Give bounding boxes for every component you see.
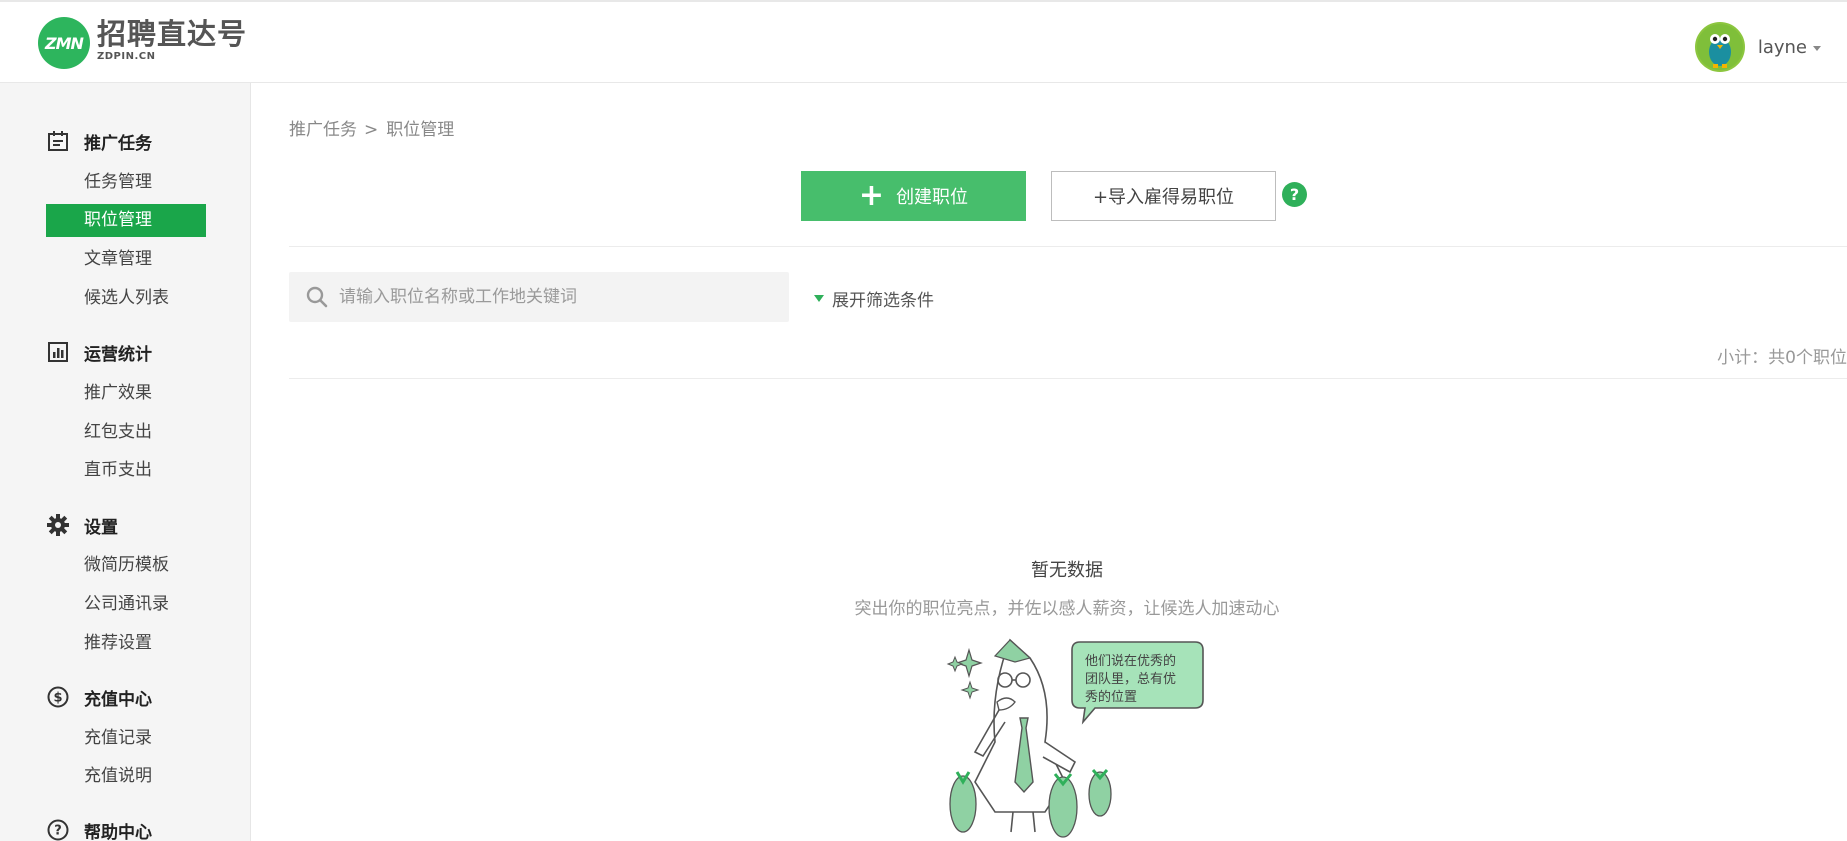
- logo-mark-text: ZMN: [45, 33, 84, 53]
- sidebar-group-title: 充值中心: [84, 689, 152, 710]
- sidebar-group-title: 帮助中心: [84, 822, 152, 841]
- sidebar-item-task-management[interactable]: 任务管理: [46, 166, 206, 199]
- import-position-button[interactable]: +导入雇得易职位: [1051, 171, 1276, 221]
- bubble-line-1: 他们说在优秀的: [1085, 653, 1176, 669]
- sidebar-item-position-management[interactable]: 职位管理: [46, 204, 206, 237]
- sidebar-item-recommend-settings[interactable]: 推荐设置: [46, 627, 206, 660]
- logo-subtitle: ZDPIN.CN: [97, 51, 156, 62]
- sidebar-group-title: 推广任务: [84, 133, 152, 154]
- chevron-down-icon[interactable]: [1813, 46, 1821, 51]
- sidebar-group-help[interactable]: ? 帮助中心: [46, 817, 152, 841]
- empty-state-description: 突出你的职位亮点，并佐以感人薪资，让候选人加速动心: [854, 599, 1280, 619]
- empty-state-title: 暂无数据: [1031, 560, 1103, 581]
- logo-mark-icon: ZMN: [38, 17, 90, 69]
- sidebar-group-statistics[interactable]: 运营统计: [46, 339, 152, 365]
- logo-title: 招聘直达号: [97, 17, 248, 51]
- sidebar-item-article-management[interactable]: 文章管理: [46, 243, 206, 276]
- breadcrumb-parent[interactable]: 推广任务: [289, 120, 357, 140]
- expand-filter-toggle[interactable]: 展开筛选条件: [814, 286, 934, 311]
- question-circle-icon: ?: [46, 818, 70, 841]
- avatar[interactable]: [1694, 22, 1745, 72]
- app-root: { "header": { "logo_title": "招聘直达号", "lo…: [0, 0, 1847, 841]
- bubble-line-3: 秀的位置: [1085, 689, 1137, 705]
- triangle-down-icon: [814, 295, 824, 302]
- sidebar-item-recharge-records[interactable]: 充值记录: [46, 722, 206, 755]
- search-input[interactable]: [339, 287, 779, 307]
- sidebar-item-candidate-list[interactable]: 候选人列表: [46, 282, 206, 315]
- search-box[interactable]: [289, 272, 789, 322]
- empty-state-illustration: 他们说在优秀的 团队里，总有优 秀的位置: [935, 632, 1210, 841]
- sidebar-group-recharge[interactable]: $ 充值中心: [46, 684, 152, 710]
- thinking-carrot-illustration: 他们说在优秀的 团队里，总有优 秀的位置: [946, 638, 1204, 838]
- help-icon[interactable]: ?: [1282, 182, 1307, 207]
- breadcrumb: 推广任务 > 职位管理: [289, 115, 454, 140]
- position-count-summary: 小计：共0个职位: [1717, 348, 1847, 368]
- user-menu[interactable]: layne: [1694, 22, 1821, 72]
- divider: [289, 378, 1847, 379]
- dollar-circle-icon: $: [46, 685, 70, 709]
- svg-text:?: ?: [54, 824, 62, 839]
- bar-chart-icon: [46, 340, 70, 364]
- top-header: ZMN 招聘直达号 ZDPIN.CN layne: [0, 0, 1847, 83]
- sidebar-group-settings[interactable]: 设置: [46, 512, 118, 538]
- sidebar-item-redpacket-expense[interactable]: 红包支出: [46, 416, 206, 449]
- search-icon: [306, 286, 328, 308]
- gear-icon: [46, 513, 70, 537]
- bubble-line-2: 团队里，总有优: [1085, 672, 1176, 687]
- sidebar-group-title: 运营统计: [84, 344, 152, 365]
- breadcrumb-separator: >: [364, 120, 379, 140]
- sidebar-group-promotion[interactable]: 推广任务: [46, 128, 152, 154]
- expand-filter-label: 展开筛选条件: [832, 291, 934, 311]
- sidebar: 推广任务 任务管理 职位管理 文章管理 候选人列表 运营统计 推广效果 红包支出…: [0, 83, 251, 841]
- sidebar-item-coin-expense[interactable]: 直币支出: [46, 454, 206, 487]
- logo[interactable]: ZMN 招聘直达号 ZDPIN.CN: [38, 17, 247, 69]
- username[interactable]: layne: [1758, 37, 1807, 58]
- create-position-button[interactable]: + 创建职位: [801, 171, 1026, 221]
- help-icon-glyph: ?: [1289, 185, 1300, 204]
- sidebar-item-recharge-info[interactable]: 充值说明: [46, 760, 206, 793]
- sidebar-item-promotion-effect[interactable]: 推广效果: [46, 377, 206, 410]
- calendar-icon: [46, 129, 70, 153]
- bird-avatar-icon: [1694, 22, 1745, 72]
- plus-icon: +: [858, 178, 885, 213]
- divider: [289, 246, 1847, 247]
- breadcrumb-current: 职位管理: [386, 120, 455, 140]
- sidebar-group-title: 设置: [84, 517, 118, 538]
- svg-text:$: $: [53, 691, 62, 706]
- create-position-label: 创建职位: [896, 187, 969, 208]
- import-position-label: +导入雇得易职位: [1092, 187, 1235, 208]
